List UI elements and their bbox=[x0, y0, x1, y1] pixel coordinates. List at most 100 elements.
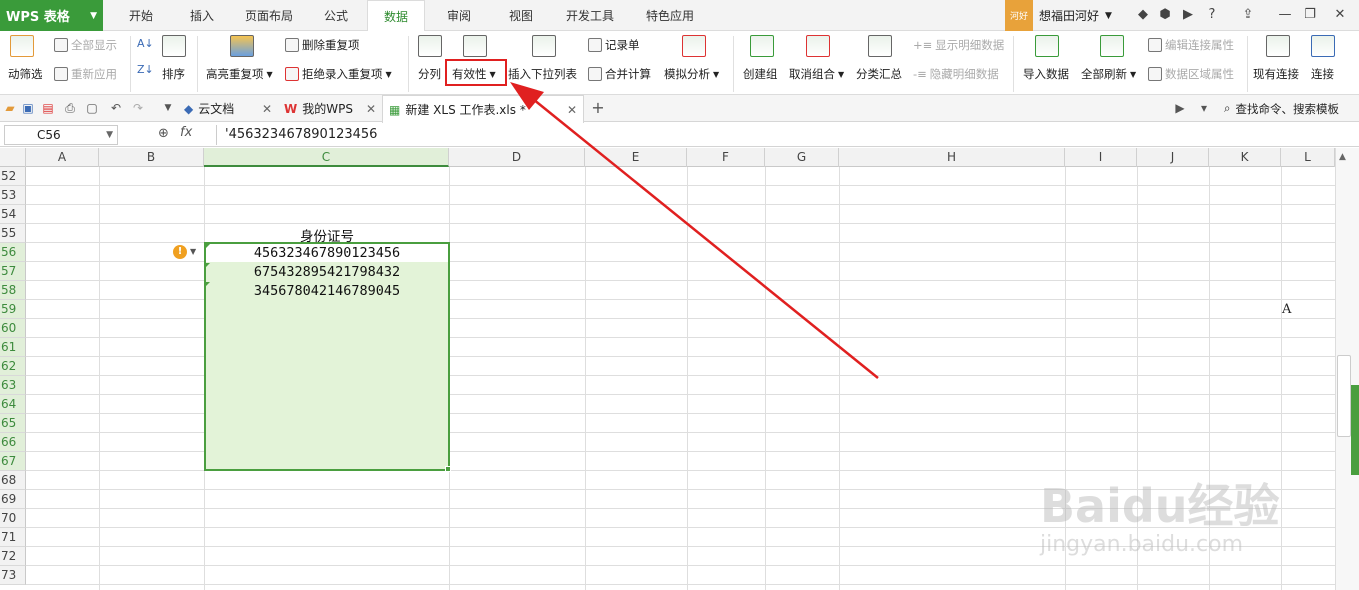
undo-icon[interactable]: ↶ bbox=[108, 100, 124, 116]
column-header-a[interactable]: A bbox=[26, 148, 99, 167]
fx-button[interactable]: fx bbox=[180, 125, 192, 140]
tab-special[interactable]: 特色应用 bbox=[628, 0, 712, 31]
row-header[interactable]: 52 bbox=[0, 167, 26, 186]
tab-cloud-docs[interactable]: ◆ 云文档 ✕ bbox=[178, 95, 278, 122]
column-header-c[interactable]: C bbox=[204, 148, 449, 167]
data-range-button[interactable]: 数据区域属性 bbox=[1148, 66, 1234, 82]
sort-button[interactable]: 排序 bbox=[162, 66, 185, 82]
open-folder-icon[interactable]: ▰ bbox=[2, 100, 18, 116]
split-icon[interactable] bbox=[418, 35, 442, 57]
create-group-button[interactable]: 创建组 bbox=[743, 66, 778, 82]
row-header[interactable]: 63 bbox=[0, 376, 26, 395]
reapply-button[interactable]: 重新应用 bbox=[54, 66, 117, 82]
row-header[interactable]: 62 bbox=[0, 357, 26, 376]
formula-input[interactable]: '456323467890123456 bbox=[216, 125, 1356, 145]
avatar[interactable]: 河好 bbox=[1005, 0, 1033, 31]
user-name[interactable]: 想福田河好 bbox=[1039, 7, 1099, 24]
chevron-down-icon[interactable]: ▼ bbox=[190, 247, 196, 256]
subtotal-button[interactable]: 分类汇总 bbox=[856, 66, 902, 82]
ungroup-button[interactable]: 取消组合 ▼ bbox=[789, 66, 844, 82]
auto-filter-button[interactable]: 动筛选 bbox=[8, 66, 43, 82]
sort-icon[interactable] bbox=[162, 35, 186, 57]
cell-l59[interactable]: A bbox=[1282, 302, 1291, 317]
row-header[interactable]: 57 bbox=[0, 262, 26, 281]
search-command-input[interactable]: ⌕ 查找命令、搜索模板 bbox=[1218, 95, 1358, 122]
insert-dropdown-button[interactable]: 插入下拉列表 bbox=[508, 66, 577, 82]
tab-page-layout[interactable]: 页面布局 bbox=[233, 0, 305, 31]
existing-conn-button[interactable]: 现有连接 bbox=[1253, 66, 1299, 82]
connect-button[interactable]: 连接 bbox=[1311, 66, 1334, 82]
highlight-dup-icon[interactable] bbox=[230, 35, 254, 57]
close-icon[interactable]: ✕ bbox=[262, 102, 272, 116]
tab-my-wps[interactable]: W 我的WPS ✕ bbox=[278, 95, 382, 122]
row-header[interactable]: 56 bbox=[0, 243, 26, 262]
row-header[interactable]: 68 bbox=[0, 471, 26, 490]
import-icon[interactable] bbox=[1035, 35, 1059, 57]
row-header[interactable]: 73 bbox=[0, 566, 26, 585]
edit-conn-button[interactable]: 编辑连接属性 bbox=[1148, 37, 1234, 53]
close-icon[interactable]: ✕ bbox=[366, 102, 376, 116]
sim-analysis-button[interactable]: 模拟分析 ▼ bbox=[664, 66, 719, 82]
column-header-f[interactable]: F bbox=[687, 148, 765, 167]
tab-review[interactable]: 审阅 bbox=[430, 0, 488, 31]
row-header[interactable]: 53 bbox=[0, 186, 26, 205]
user-area[interactable]: 河好 想福田河好 ▼ bbox=[1005, 0, 1112, 31]
tab-workbook[interactable]: ▦ 新建 XLS 工作表.xls * ✕ bbox=[382, 95, 584, 123]
sort-asc-icon[interactable]: A↓ bbox=[137, 37, 154, 50]
column-header-j[interactable]: J bbox=[1137, 148, 1209, 167]
existing-conn-icon[interactable] bbox=[1266, 35, 1290, 57]
remove-dup-button[interactable]: 删除重复项 bbox=[285, 37, 360, 53]
tab-developer[interactable]: 开发工具 bbox=[554, 0, 626, 31]
minimize-icon[interactable]: — bbox=[1273, 4, 1297, 26]
redo-icon[interactable]: ↷ bbox=[130, 100, 146, 116]
tab-view[interactable]: 视图 bbox=[492, 0, 550, 31]
import-data-button[interactable]: 导入数据 bbox=[1023, 66, 1069, 82]
skin-icon[interactable]: ◆ bbox=[1131, 4, 1155, 26]
column-header-h[interactable]: H bbox=[839, 148, 1065, 167]
column-header-l[interactable]: L bbox=[1281, 148, 1335, 167]
connect-icon[interactable] bbox=[1311, 35, 1335, 57]
app-menu-button[interactable]: WPS 表格 ▼ bbox=[0, 0, 103, 31]
create-group-icon[interactable] bbox=[750, 35, 774, 57]
column-header-i[interactable]: I bbox=[1065, 148, 1137, 167]
fill-handle[interactable] bbox=[445, 466, 451, 472]
print-preview-icon[interactable]: ▢ bbox=[84, 100, 100, 116]
row-header[interactable]: 55 bbox=[0, 224, 26, 243]
cell-c55-header[interactable]: 身份证号 bbox=[204, 225, 450, 245]
scroll-up-icon[interactable]: ▲ bbox=[1339, 152, 1346, 162]
row-header[interactable]: 72 bbox=[0, 547, 26, 566]
chevron-down-icon[interactable]: ▼ bbox=[106, 126, 113, 144]
scrollbar-thumb[interactable] bbox=[1337, 355, 1351, 437]
select-all-corner[interactable] bbox=[0, 148, 26, 167]
row-header[interactable]: 71 bbox=[0, 528, 26, 547]
column-header-k[interactable]: K bbox=[1209, 148, 1281, 167]
reject-dup-button[interactable]: 拒绝录入重复项 ▼ bbox=[285, 66, 392, 82]
tab-insert[interactable]: 插入 bbox=[173, 0, 231, 31]
row-header[interactable]: 67 bbox=[0, 452, 26, 471]
tab-home[interactable]: 开始 bbox=[112, 0, 170, 31]
cell-c58[interactable]: 345678042146789045 bbox=[204, 283, 450, 299]
upload-icon[interactable]: ⇪ bbox=[1236, 4, 1260, 26]
subtotal-icon[interactable] bbox=[868, 35, 892, 57]
sim-analysis-icon[interactable] bbox=[682, 35, 706, 57]
cell-c57[interactable]: 675432895421798432 bbox=[204, 264, 450, 280]
share-icon[interactable]: ▶ bbox=[1176, 4, 1200, 26]
highlight-dup-button[interactable]: 高亮重复项 ▼ bbox=[206, 66, 273, 82]
merge-calc-button[interactable]: 合并计算 bbox=[588, 66, 651, 82]
restore-icon[interactable]: ❐ bbox=[1298, 4, 1322, 26]
row-header[interactable]: 64 bbox=[0, 395, 26, 414]
show-all-button[interactable]: 全部显示 bbox=[54, 37, 117, 53]
print-icon[interactable]: ⎙ bbox=[62, 100, 78, 116]
chevron-down-icon[interactable]: ▼ bbox=[160, 100, 176, 116]
sort-desc-icon[interactable]: Z↓ bbox=[137, 63, 154, 76]
tab-formula[interactable]: 公式 bbox=[307, 0, 365, 31]
column-header-e[interactable]: E bbox=[585, 148, 687, 167]
tab-data[interactable]: 数据 bbox=[367, 0, 425, 32]
side-panel-toggle[interactable] bbox=[1351, 385, 1359, 475]
row-header[interactable]: 66 bbox=[0, 433, 26, 452]
column-header-d[interactable]: D bbox=[449, 148, 585, 167]
help-icon[interactable]: ? bbox=[1200, 4, 1224, 26]
warning-icon[interactable]: ! bbox=[173, 245, 187, 259]
new-tab-icon[interactable]: + bbox=[590, 100, 606, 116]
row-header[interactable]: 60 bbox=[0, 319, 26, 338]
